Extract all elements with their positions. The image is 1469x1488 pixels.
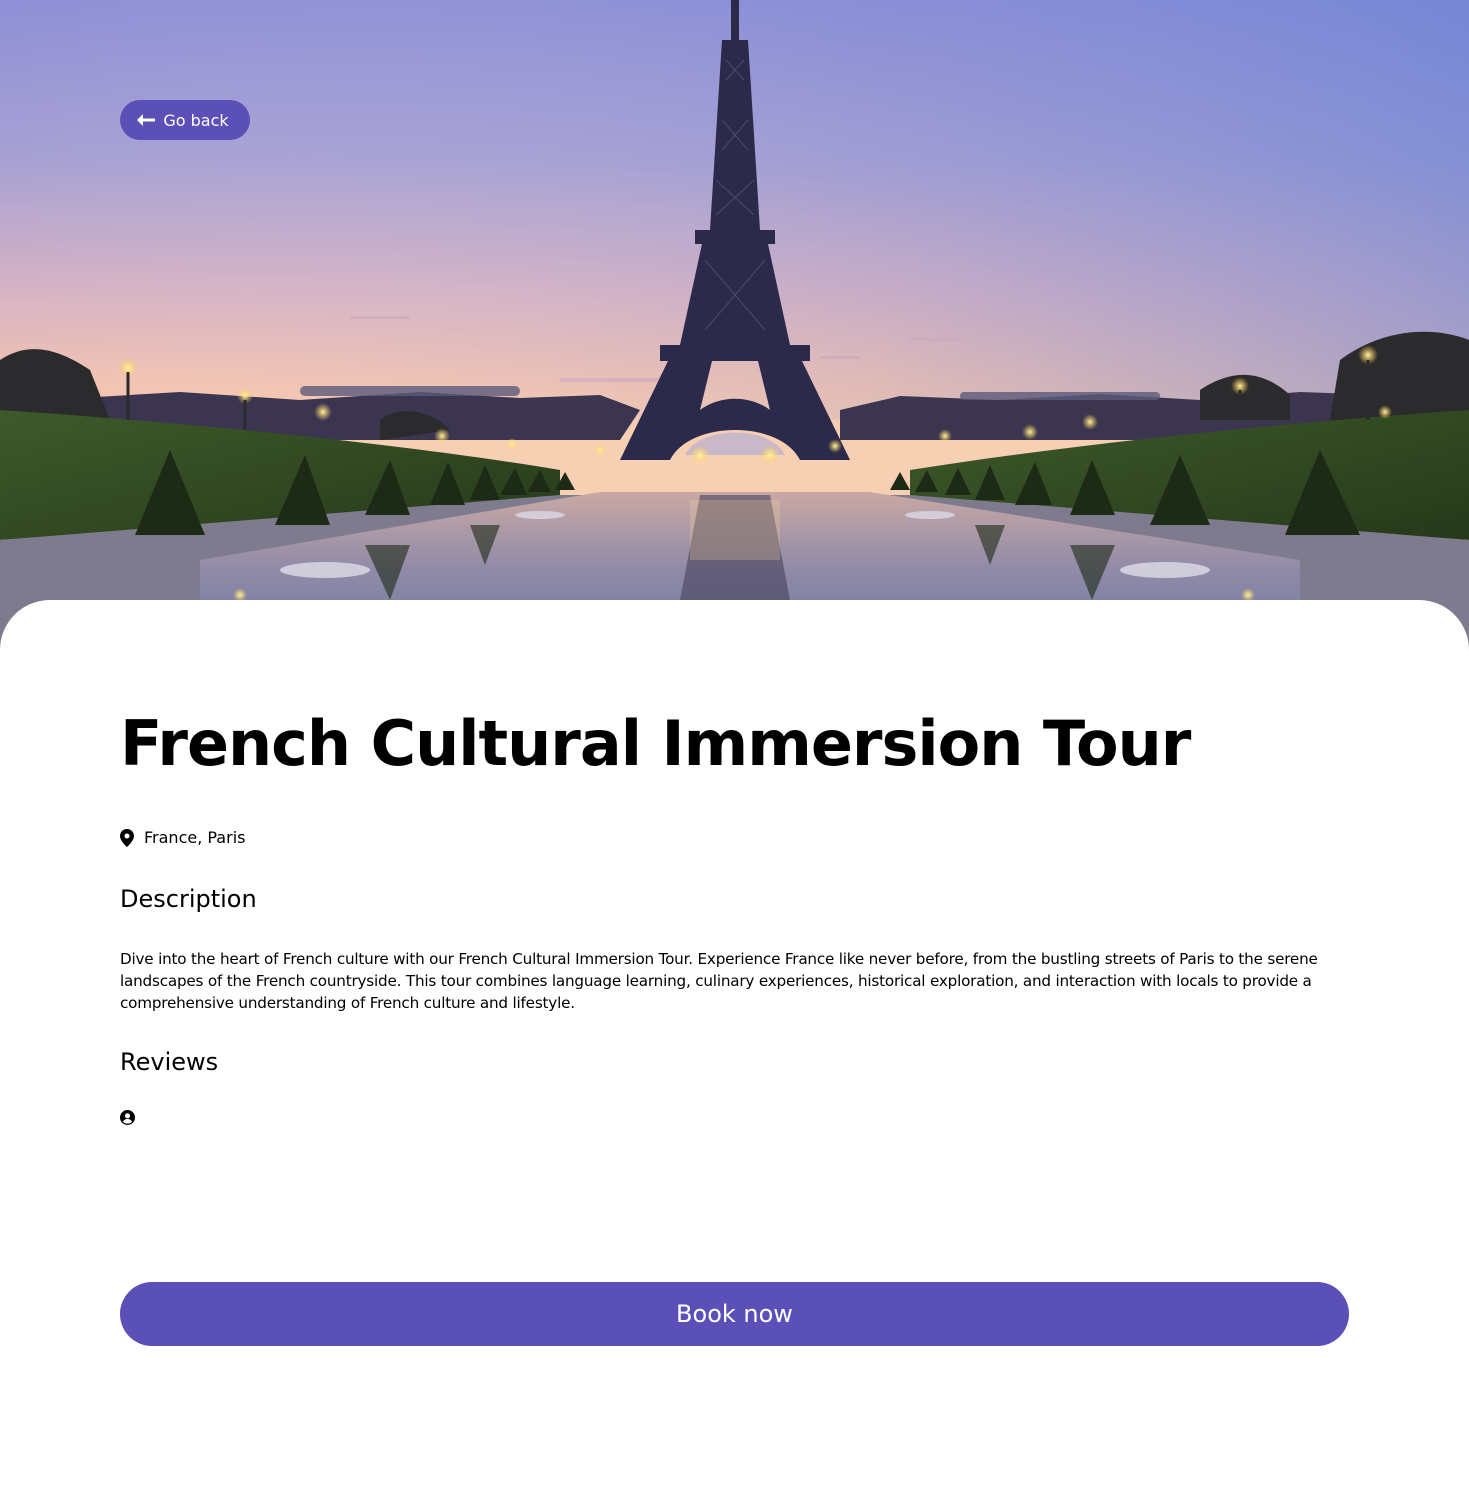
go-back-label: Go back [163,110,229,130]
review-item [120,1110,135,1125]
hero-image: Go back [0,0,1469,650]
tour-location: France, Paris [120,828,245,847]
description-heading: Description [120,885,257,913]
tour-location-text: France, Paris [144,828,246,847]
tour-detail-page: Go back French Cultural Immersion Tour F… [0,0,1469,1488]
go-back-button[interactable]: Go back [120,100,250,140]
arrow-left-icon [137,114,156,126]
tour-title: French Cultural Immersion Tour [120,707,1191,780]
tour-detail-card: French Cultural Immersion Tour France, P… [0,600,1469,1488]
user-circle-icon [120,1110,135,1125]
map-pin-icon [120,828,134,847]
eiffel-tower-sunset-illustration [0,0,1469,650]
reviews-heading: Reviews [120,1048,219,1076]
description-text: Dive into the heart of French culture wi… [120,950,1318,1012]
book-now-button[interactable]: Book now [120,1282,1349,1346]
